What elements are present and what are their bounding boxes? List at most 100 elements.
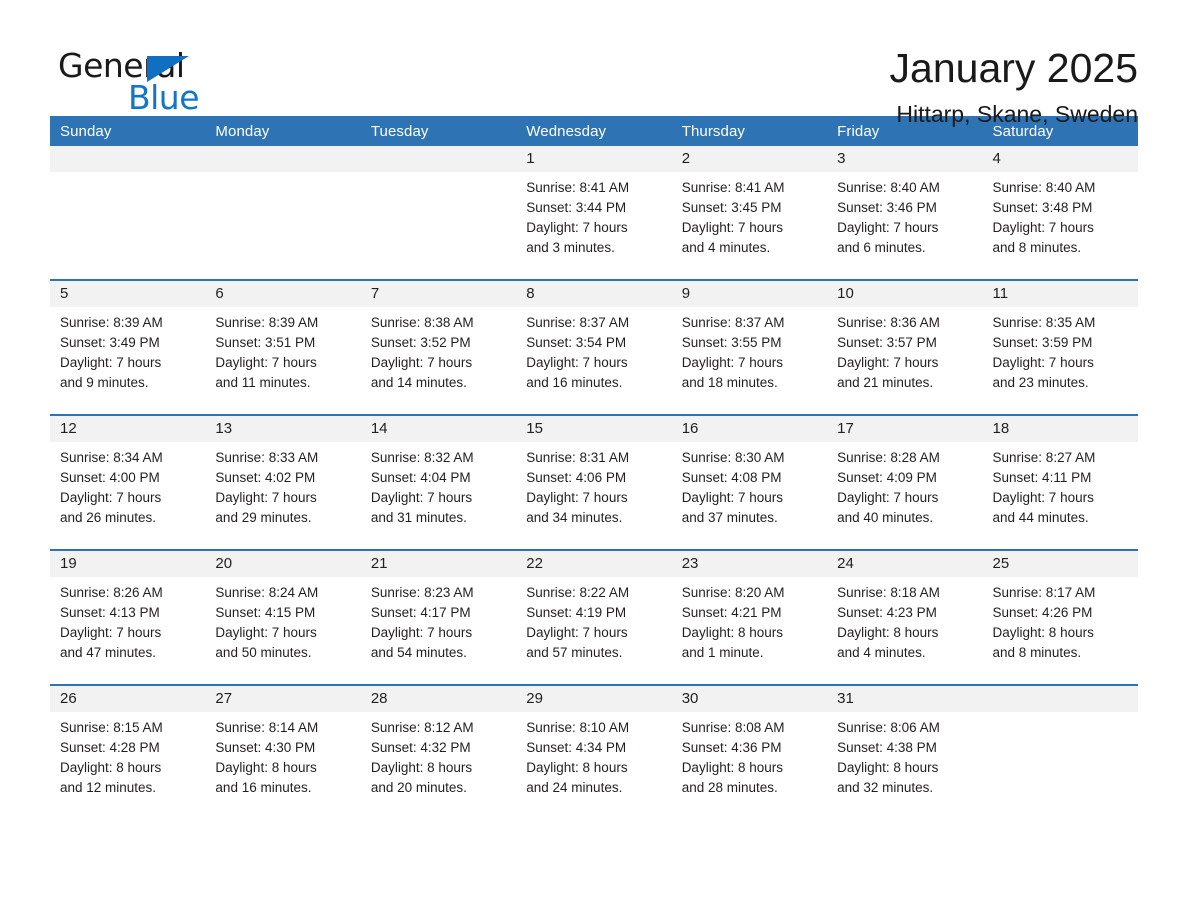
- day-number: 7: [360, 281, 517, 307]
- sunrise-text: Sunrise: 8:31 AM: [526, 450, 630, 465]
- sunrise-text: Sunrise: 8:30 AM: [681, 450, 785, 465]
- calendar-day-cell[interactable]: 2 Sunrise: 8:41 AM Sunset: 3:45 PM Daylight…: [671, 146, 828, 279]
- calendar-day-cell[interactable]: 17 Sunrise: 8:28 AM Sunset: 4:09 PM Dayligh…: [827, 416, 983, 549]
- sunrise-text: Sunrise: 8:38 AM: [370, 315, 474, 330]
- sunrise-text: Sunrise: 8:40 AM: [992, 180, 1096, 195]
- calendar-week-row: 19 Sunrise: 8:26 AM Sunset: 4:13 PM Dayligh…: [50, 549, 1138, 684]
- calendar-day-cell[interactable]: 9 Sunrise: 8:37 AM Sunset: 3:55 PM Daylight…: [671, 281, 828, 414]
- day-details: Sunrise: 8:36 AM Sunset: 3:57 PM Daylight:…: [827, 307, 982, 393]
- day-number: 31: [827, 686, 983, 712]
- sunrise-text: Sunrise: 8:22 AM: [526, 585, 630, 600]
- sunrise-text: Sunrise: 8:24 AM: [215, 585, 319, 600]
- daylight-text-line2: and 11 minutes.: [215, 375, 311, 390]
- calendar-day-cell[interactable]: 18 Sunrise: 8:27 AM Sunset: 4:11 PM Dayligh…: [982, 416, 1138, 549]
- calendar-day-cell[interactable]: 25 Sunrise: 8:17 AM Sunset: 4:26 PM Dayligh…: [982, 551, 1138, 684]
- calendar-day-cell[interactable]: 13 Sunrise: 8:33 AM Sunset: 4:02 PM Dayligh…: [205, 416, 361, 549]
- calendar-day-cell[interactable]: 7 Sunrise: 8:38 AM Sunset: 3:52 PM Daylight…: [360, 281, 517, 414]
- daylight-text-line1: Daylight: 7 hours: [526, 355, 628, 370]
- sunset-text: Sunset: 4:08 PM: [681, 470, 782, 485]
- sunset-text: Sunset: 4:15 PM: [215, 605, 316, 620]
- day-number: 19: [50, 551, 206, 577]
- sunrise-text: Sunrise: 8:08 AM: [681, 720, 785, 735]
- day-number: 24: [827, 551, 983, 577]
- calendar-week-cells: 12 Sunrise: 8:34 AM Sunset: 4:00 PM Dayligh…: [50, 416, 1138, 549]
- daylight-text-line2: and 34 minutes.: [526, 510, 623, 525]
- calendar-day-cell[interactable]: 14 Sunrise: 8:32 AM Sunset: 4:04 PM Dayligh…: [360, 416, 517, 549]
- day-details: Sunrise: 8:18 AM Sunset: 4:23 PM Daylight:…: [827, 577, 982, 663]
- calendar-day-cell-empty: [982, 686, 1138, 819]
- daylight-text-line2: and 24 minutes.: [526, 780, 623, 795]
- day-details: Sunrise: 8:23 AM Sunset: 4:17 PM Daylight:…: [361, 577, 516, 663]
- calendar-day-cell-empty: [205, 146, 361, 279]
- calendar-day-cell[interactable]: 6 Sunrise: 8:39 AM Sunset: 3:51 PM Daylight…: [205, 281, 361, 414]
- daylight-text-line2: and 40 minutes.: [837, 510, 934, 525]
- daylight-text-line2: and 8 minutes.: [992, 240, 1082, 255]
- calendar-day-cell[interactable]: 8 Sunrise: 8:37 AM Sunset: 3:54 PM Daylight…: [516, 281, 672, 414]
- calendar-day-cell[interactable]: 21 Sunrise: 8:23 AM Sunset: 4:17 PM Dayligh…: [360, 551, 517, 684]
- daylight-text-line2: and 4 minutes.: [681, 240, 771, 255]
- day-number: 27: [205, 686, 361, 712]
- calendar-day-cell[interactable]: 26 Sunrise: 8:15 AM Sunset: 4:28 PM Dayligh…: [50, 686, 206, 819]
- calendar-day-cell[interactable]: 22 Sunrise: 8:22 AM Sunset: 4:19 PM Dayligh…: [516, 551, 672, 684]
- daylight-text-line1: Daylight: 7 hours: [837, 490, 939, 505]
- day-details: Sunrise: 8:10 AM Sunset: 4:34 PM Daylight:…: [516, 712, 671, 798]
- daylight-text-line2: and 12 minutes.: [60, 780, 157, 795]
- calendar-day-cell[interactable]: 19 Sunrise: 8:26 AM Sunset: 4:13 PM Dayligh…: [50, 551, 206, 684]
- daylight-text-line1: Daylight: 8 hours: [215, 760, 317, 775]
- calendar-day-cell[interactable]: 4 Sunrise: 8:40 AM Sunset: 3:48 PM Daylight…: [982, 146, 1138, 279]
- calendar-day-cell[interactable]: 29 Sunrise: 8:10 AM Sunset: 4:34 PM Dayligh…: [516, 686, 672, 819]
- daylight-text-line2: and 14 minutes.: [370, 375, 467, 390]
- daylight-text-line1: Daylight: 7 hours: [681, 355, 783, 370]
- sunset-text: Sunset: 4:04 PM: [370, 470, 471, 485]
- calendar-day-cell[interactable]: 24 Sunrise: 8:18 AM Sunset: 4:23 PM Dayligh…: [827, 551, 983, 684]
- daylight-text-line2: and 3 minutes.: [526, 240, 615, 255]
- calendar-day-cell[interactable]: 31 Sunrise: 8:06 AM Sunset: 4:38 PM Dayligh…: [827, 686, 983, 819]
- sunrise-text: Sunrise: 8:35 AM: [992, 315, 1096, 330]
- sunrise-text: Sunrise: 8:34 AM: [60, 450, 163, 465]
- day-number: 6: [205, 281, 361, 307]
- calendar-day-cell[interactable]: 20 Sunrise: 8:24 AM Sunset: 4:15 PM Dayligh…: [205, 551, 361, 684]
- day-details: Sunrise: 8:28 AM Sunset: 4:09 PM Daylight:…: [827, 442, 982, 528]
- sunrise-text: Sunrise: 8:18 AM: [837, 585, 940, 600]
- general-blue-logo[interactable]: General Blue: [50, 44, 230, 117]
- sunrise-text: Sunrise: 8:10 AM: [526, 720, 630, 735]
- calendar-day-cell[interactable]: 23 Sunrise: 8:20 AM Sunset: 4:21 PM Dayligh…: [671, 551, 828, 684]
- day-details: Sunrise: 8:26 AM Sunset: 4:13 PM Daylight:…: [50, 577, 205, 663]
- calendar-day-cell[interactable]: 15 Sunrise: 8:31 AM Sunset: 4:06 PM Dayligh…: [516, 416, 672, 549]
- calendar-day-cell[interactable]: 11 Sunrise: 8:35 AM Sunset: 3:59 PM Dayligh…: [982, 281, 1138, 414]
- sunset-text: Sunset: 3:54 PM: [526, 335, 627, 350]
- calendar-day-cell[interactable]: 27 Sunrise: 8:14 AM Sunset: 4:30 PM Dayligh…: [205, 686, 361, 819]
- weekday-tuesday: Tuesday: [370, 122, 429, 140]
- day-details: Sunrise: 8:40 AM Sunset: 3:46 PM Daylight:…: [827, 172, 982, 258]
- day-details: Sunrise: 8:41 AM Sunset: 3:44 PM Daylight:…: [516, 172, 671, 258]
- daylight-text-line2: and 9 minutes.: [60, 375, 149, 390]
- day-number: 4: [982, 146, 1138, 172]
- calendar-day-cell[interactable]: 10 Sunrise: 8:36 AM Sunset: 3:57 PM Dayligh…: [827, 281, 983, 414]
- day-number: 14: [360, 416, 517, 442]
- daylight-text-line1: Daylight: 7 hours: [526, 490, 628, 505]
- calendar-day-cell[interactable]: 30 Sunrise: 8:08 AM Sunset: 4:36 PM Dayligh…: [671, 686, 828, 819]
- sunset-text: Sunset: 4:36 PM: [681, 740, 782, 755]
- sunset-text: Sunset: 4:19 PM: [526, 605, 627, 620]
- calendar-day-cell[interactable]: 16 Sunrise: 8:30 AM Sunset: 4:08 PM Dayligh…: [671, 416, 828, 549]
- day-details: Sunrise: 8:35 AM Sunset: 3:59 PM Daylight:…: [983, 307, 1138, 393]
- day-details: Sunrise: 8:38 AM Sunset: 3:52 PM Daylight:…: [361, 307, 516, 393]
- day-details: Sunrise: 8:30 AM Sunset: 4:08 PM Daylight:…: [672, 442, 827, 528]
- sunrise-text: Sunrise: 8:06 AM: [837, 720, 940, 735]
- daylight-text-line1: Daylight: 7 hours: [370, 490, 473, 505]
- calendar-day-cell[interactable]: 12 Sunrise: 8:34 AM Sunset: 4:00 PM Dayligh…: [50, 416, 206, 549]
- calendar-day-cell[interactable]: 3 Sunrise: 8:40 AM Sunset: 3:46 PM Daylight…: [827, 146, 983, 279]
- calendar-day-cell[interactable]: 28 Sunrise: 8:12 AM Sunset: 4:32 PM Dayligh…: [360, 686, 517, 819]
- day-details: Sunrise: 8:14 AM Sunset: 4:30 PM Daylight:…: [205, 712, 360, 798]
- sunset-text: Sunset: 4:00 PM: [60, 470, 160, 485]
- day-number: 8: [516, 281, 672, 307]
- daylight-text-line2: and 57 minutes.: [526, 645, 623, 660]
- day-number: 9: [671, 281, 828, 307]
- daylight-text-line2: and 44 minutes.: [992, 510, 1089, 525]
- day-number: 1: [516, 146, 672, 172]
- calendar-day-cell[interactable]: 5 Sunrise: 8:39 AM Sunset: 3:49 PM Daylight…: [50, 281, 206, 414]
- calendar-day-cell[interactable]: 1 Sunrise: 8:41 AM Sunset: 3:44 PM Daylight…: [516, 146, 672, 279]
- calendar-week-cells: 1 Sunrise: 8:41 AM Sunset: 3:44 PM Daylight…: [50, 146, 1138, 279]
- sunset-text: Sunset: 4:06 PM: [526, 470, 627, 485]
- day-number: 10: [827, 281, 983, 307]
